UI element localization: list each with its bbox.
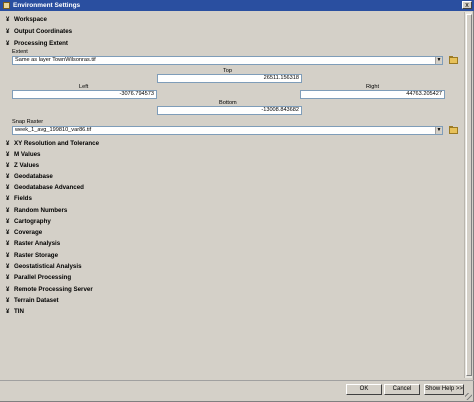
section-m-values[interactable]: ¥ M Values [6,150,40,159]
section-workspace[interactable]: ¥ Workspace [6,15,47,24]
chevron-double-down-icon: ¥ [6,185,10,191]
chevron-double-up-icon: ¥ [6,41,10,47]
section-output-coordinates[interactable]: ¥ Output Coordinates [6,27,72,36]
extent-label: Extent [12,49,28,55]
resize-grip-icon[interactable] [465,393,472,400]
section-label: Geodatabase Advanced [14,184,84,191]
section-label: M Values [14,151,41,158]
chevron-double-down-icon: ¥ [6,287,10,293]
show-help-button[interactable]: Show Help >> [424,384,464,395]
left-field[interactable]: -3076.794573 [12,90,157,99]
section-label: Raster Storage [14,252,59,259]
section-label: Fields [14,195,32,202]
chevron-double-down-icon: ¥ [6,141,10,147]
section-label: Coverage [14,229,43,236]
section-cartography[interactable]: ¥ Cartography [6,217,51,226]
section-label: Processing Extent [14,40,68,47]
section-label: Workspace [14,16,47,23]
chevron-double-down-icon: ¥ [6,152,10,158]
chevron-double-down-icon: ¥ [6,208,10,214]
section-z-values[interactable]: ¥ Z Values [6,161,39,170]
chevron-double-down-icon: ¥ [6,298,10,304]
section-parallel-processing[interactable]: ¥ Parallel Processing [6,273,71,282]
section-terrain-dataset[interactable]: ¥ Terrain Dataset [6,296,59,305]
section-label: Geostatistical Analysis [14,263,82,270]
section-fields[interactable]: ¥ Fields [6,194,32,203]
section-label: Raster Analysis [14,240,61,247]
section-label: XY Resolution and Tolerance [14,140,100,147]
section-tin[interactable]: ¥ TIN [6,307,24,316]
vertical-scrollbar[interactable] [464,12,472,378]
section-random-numbers[interactable]: ¥ Random Numbers [6,206,67,215]
ok-button[interactable]: OK [346,384,382,395]
chevron-double-down-icon: ¥ [6,241,10,247]
top-field[interactable]: 26511.156318 [157,74,302,83]
section-raster-storage[interactable]: ¥ Raster Storage [6,251,58,260]
section-processing-extent[interactable]: ¥ Processing Extent [6,39,68,48]
snap-raster-dropdown[interactable]: week_1_avg_199810_var86.tif ▼ [12,126,443,135]
scrollbar-thumb[interactable] [466,14,472,376]
bottom-field[interactable]: -13008.843682 [157,106,302,115]
chevron-double-down-icon: ¥ [6,29,10,35]
close-button[interactable]: x [462,1,472,9]
chevron-double-down-icon: ¥ [6,17,10,23]
snap-raster-value: week_1_avg_199810_var86.tif [15,127,92,133]
section-geostatistical-analysis[interactable]: ¥ Geostatistical Analysis [6,262,82,271]
section-xy-resolution[interactable]: ¥ XY Resolution and Tolerance [6,139,99,148]
chevron-double-down-icon: ¥ [6,163,10,169]
chevron-double-down-icon: ¥ [6,219,10,225]
chevron-double-down-icon: ¥ [6,174,10,180]
cancel-button[interactable]: Cancel [384,384,420,395]
chevron-double-down-icon: ¥ [6,309,10,315]
dropdown-arrow-icon[interactable]: ▼ [435,127,442,134]
section-coverage[interactable]: ¥ Coverage [6,228,42,237]
extent-browse-button[interactable] [448,55,459,66]
title-bar[interactable]: Environment Settings x [0,0,474,11]
extent-dropdown[interactable]: Same as layer TownWilsonras.tif ▼ [12,56,443,65]
section-label: Remote Processing Server [14,286,93,293]
section-label: Z Values [14,162,40,169]
section-geodatabase-advanced[interactable]: ¥ Geodatabase Advanced [6,183,84,192]
extent-value: Same as layer TownWilsonras.tif [15,57,96,63]
chevron-double-down-icon: ¥ [6,253,10,259]
section-label: Parallel Processing [14,274,72,281]
chevron-double-down-icon: ¥ [6,196,10,202]
section-raster-analysis[interactable]: ¥ Raster Analysis [6,239,60,248]
chevron-double-down-icon: ¥ [6,230,10,236]
section-label: Terrain Dataset [14,297,59,304]
section-remote-processing-server[interactable]: ¥ Remote Processing Server [6,285,93,294]
chevron-double-down-icon: ¥ [6,264,10,270]
chevron-double-down-icon: ¥ [6,275,10,281]
app-icon [3,2,10,9]
environment-settings-dialog: Environment Settings x ¥ Workspace ¥ Outpu… [0,0,474,402]
section-label: Output Coordinates [14,28,73,35]
right-field[interactable]: 44763.205427 [300,90,445,99]
section-geodatabase[interactable]: ¥ Geodatabase [6,172,53,181]
snap-raster-label: Snap Raster [12,119,44,125]
settings-panel: ¥ Workspace ¥ Output Coordinates ¥ Processi… [2,12,462,378]
section-label: Geodatabase [14,173,53,180]
section-label: Cartography [14,218,51,225]
window-title: Environment Settings [13,2,81,9]
dropdown-arrow-icon[interactable]: ▼ [435,57,442,64]
section-label: TIN [14,308,24,315]
snap-raster-browse-button[interactable] [448,125,459,136]
footer-divider [0,380,474,381]
section-label: Random Numbers [14,207,68,214]
